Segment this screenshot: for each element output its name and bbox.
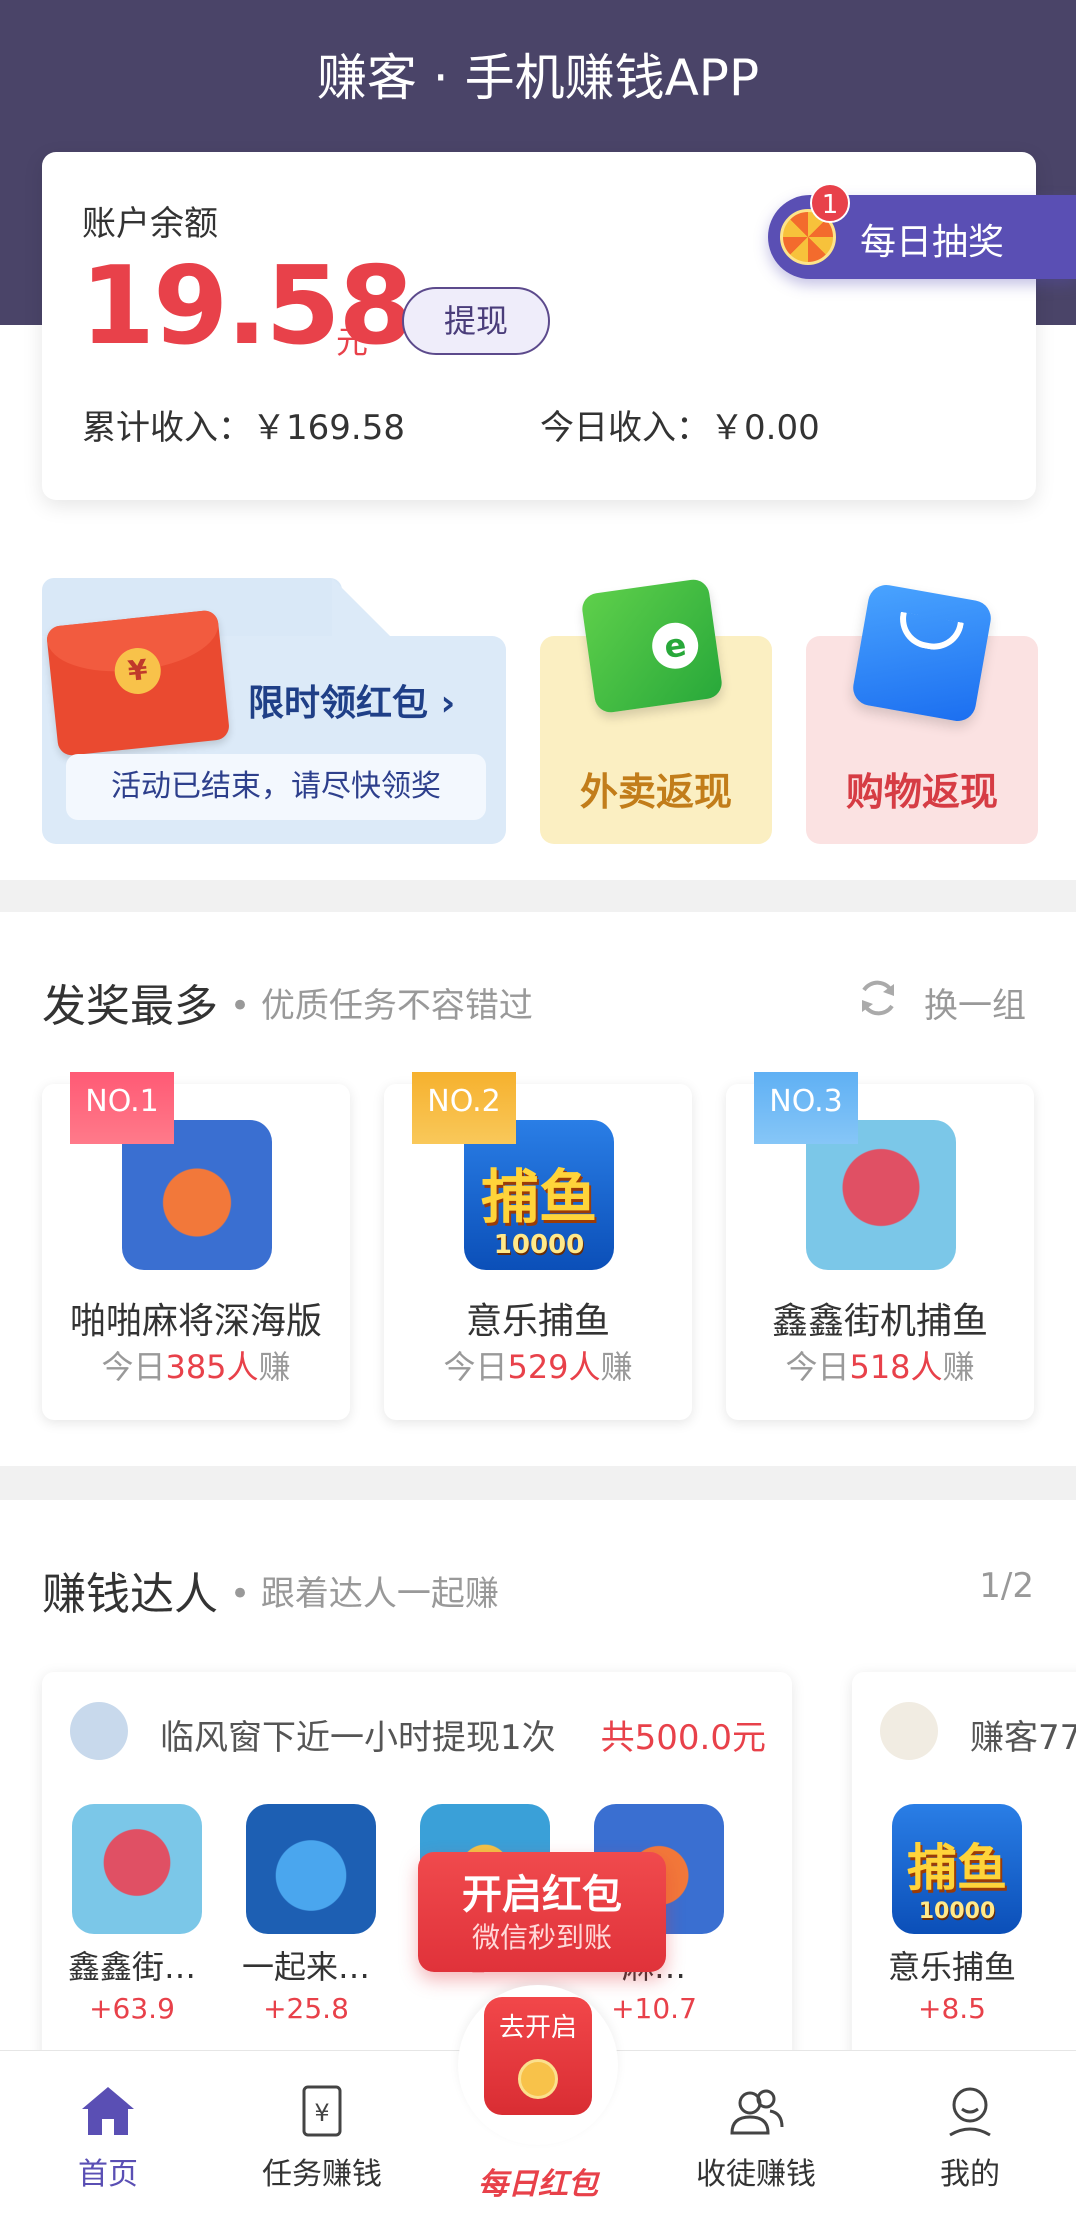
fishing-game-icon: 捕鱼 10000: [892, 1804, 1022, 1934]
open-redpack-title: 开启红包: [462, 1872, 622, 1918]
open-redpack-popup[interactable]: 开启红包 微信秒到账: [418, 1852, 666, 1972]
task-yuan-icon: ¥: [302, 2085, 342, 2137]
yuan-coin-icon: ¥: [112, 645, 164, 697]
today-earners: 今日385人赚: [101, 1348, 291, 1386]
masters-page-indicator: 1/2: [979, 1566, 1034, 1606]
award-card[interactable]: NO.1 啪啪麻将深海版 今日385人赚: [42, 1072, 350, 1420]
master-game-name: 一起来…: [241, 1948, 370, 1986]
awards-title: 发奖最多: [42, 981, 218, 1032]
master-game-earn: +63.9: [89, 1992, 175, 2025]
tab-daily-redpack-label: 每日红包: [478, 2167, 598, 2202]
tab-tasks[interactable]: ¥ 任务赚钱: [232, 2081, 412, 2193]
arcade-game-icon: [72, 1804, 202, 1934]
balance-unit: 元: [336, 323, 369, 361]
food-cashback-label: 外卖返现: [579, 770, 732, 814]
app-title: 赚客 · 手机赚钱APP: [316, 49, 760, 107]
master-game[interactable]: 捕鱼 10000 意乐捕鱼 +8.5: [882, 1804, 1022, 2025]
master-total: 共500.0元: [600, 1718, 766, 1758]
master-game-name: 意乐捕鱼: [887, 1948, 1016, 1986]
e-logo-icon: e: [649, 619, 702, 672]
tab-daily-redpack[interactable]: 去开启 每日红包: [428, 1985, 648, 2205]
balance-label: 账户余额: [82, 204, 218, 244]
open-now-label: 去开启: [498, 2013, 577, 2043]
shop-cashback-tile[interactable]: 购物返现: [806, 582, 1038, 844]
tab-home[interactable]: 首页: [18, 2081, 198, 2193]
fish-art-text: 捕鱼: [907, 1839, 1007, 1897]
today-earners: 今日529人赚: [443, 1348, 633, 1386]
shop-cashback-label: 购物返现: [845, 770, 998, 814]
rank-badge: NO.2: [412, 1072, 516, 1144]
lottery-badge: 1: [810, 183, 850, 223]
today-income: 今日收入：￥0.00: [540, 408, 820, 448]
tab-home-label: 首页: [78, 2157, 138, 2192]
earning-masters-section: 赚钱达人 • 跟着达人一起赚 1/2 临风窗下近一小时提现1次 共500.0元 …: [0, 1500, 1076, 2060]
master-game[interactable]: 一起来… +25.8: [236, 1804, 376, 2025]
master-activity: 赚客77: [970, 1718, 1076, 1758]
svg-text:¥: ¥: [314, 2099, 329, 2127]
tab-tasks-label: 任务赚钱: [262, 2157, 382, 2192]
red-envelope-icon: ¥: [45, 609, 231, 757]
top-awards-section: 发奖最多 • 优质任务不容错过 换一组 NO.1 啪啪麻将深海版 今日385人赚…: [0, 912, 1076, 1466]
master-card[interactable]: 赚客77 捕鱼 10000 意乐捕鱼 +8.5: [852, 1672, 1076, 2060]
total-income: 累计收入：￥169.58: [82, 408, 405, 448]
home-icon: [82, 2087, 134, 2135]
rank-badge: NO.1: [70, 1072, 174, 1144]
food-cashback-tile[interactable]: e 外卖返现: [540, 577, 772, 844]
master-card[interactable]: 临风窗下近一小时提现1次 共500.0元 鑫鑫街… +63.9 一起来… +25…: [42, 1672, 792, 2060]
master-game[interactable]: 鑫鑫街… +63.9: [62, 1804, 202, 2025]
open-redpack-subtitle: 微信秒到账: [471, 1921, 612, 1954]
master-game-earn: +25.8: [263, 1992, 349, 2025]
game-name: 啪啪麻将深海版: [69, 1301, 322, 1342]
shark-game-icon: [246, 1804, 376, 1934]
bottom-tab-bar: 首页 ¥ 任务赚钱 去开启 每日红包 收徒赚钱 我的: [0, 1985, 1076, 2216]
award-card[interactable]: NO.3 鑫鑫街机捕鱼 今日518人赚: [726, 1072, 1034, 1420]
profile-icon: [949, 2087, 991, 2137]
avatar: [70, 1702, 128, 1760]
withdraw-button[interactable]: 提现: [402, 287, 550, 355]
fish-art-text: 捕鱼: [480, 1163, 597, 1231]
game-name: 鑫鑫街机捕鱼: [771, 1301, 988, 1342]
avatar: [880, 1702, 938, 1760]
fish-art-number: 10000: [493, 1230, 585, 1260]
shopping-bag-icon: [850, 582, 994, 724]
awards-subtitle: • 优质任务不容错过: [230, 986, 533, 1026]
masters-subtitle: • 跟着达人一起赚: [230, 1574, 499, 1614]
game-name: 意乐捕鱼: [465, 1301, 610, 1342]
master-game-earn: +8.5: [918, 1992, 986, 2025]
limited-redpack-tile[interactable]: ¥ 限时领红包 › 活动已结束，请尽快领奖: [42, 578, 506, 844]
red-envelope-icon: 去开启: [484, 1997, 592, 2115]
daily-lottery-button[interactable]: 1 每日抽奖: [768, 183, 1076, 279]
redpack-folder-slope: [332, 578, 392, 638]
master-activity: 临风窗下近一小时提现1次: [160, 1718, 556, 1758]
food-delivery-box-icon: e: [580, 577, 724, 715]
users-icon: [730, 2089, 784, 2135]
rank-badge: NO.3: [754, 1072, 858, 1144]
fish-art-number: 10000: [918, 1899, 996, 1924]
redpack-subtitle: 活动已结束，请尽快领奖: [66, 754, 486, 820]
tab-recruit[interactable]: 收徒赚钱: [666, 2081, 846, 2193]
tab-recruit-label: 收徒赚钱: [696, 2157, 816, 2192]
coin-icon: [518, 2059, 558, 2099]
refresh-button[interactable]: 换一组: [924, 978, 1026, 1027]
tab-me[interactable]: 我的: [880, 2081, 1060, 2193]
award-card[interactable]: 捕鱼 10000 NO.2 意乐捕鱼 今日529人赚: [384, 1072, 692, 1420]
redpack-title: 限时领红包 ›: [248, 683, 456, 724]
refresh-icon[interactable]: [854, 974, 902, 1022]
master-game-name: 鑫鑫街…: [67, 1948, 196, 1986]
lottery-label: 每日抽奖: [860, 222, 1005, 263]
today-earners: 今日518人赚: [785, 1348, 975, 1386]
masters-title: 赚钱达人: [42, 1569, 218, 1620]
tab-me-label: 我的: [940, 2157, 1000, 2192]
